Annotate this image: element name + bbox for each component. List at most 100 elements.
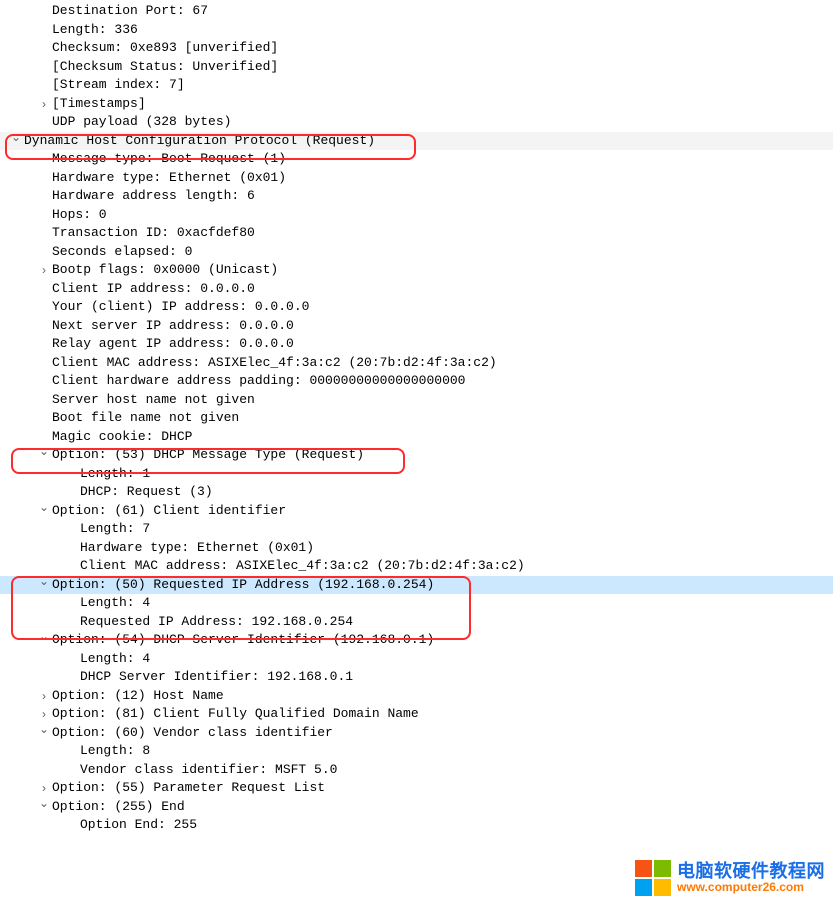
tree-row[interactable]: Vendor class identifier: MSFT 5.0 — [0, 761, 833, 780]
chevron-down-icon[interactable] — [38, 798, 50, 817]
tree-row[interactable]: Dynamic Host Configuration Protocol (Req… — [0, 132, 833, 151]
watermark-url: www.computer26.com — [677, 881, 825, 894]
tree-row[interactable]: Option: (53) DHCP Message Type (Request) — [0, 446, 833, 465]
chevron-right-icon[interactable] — [38, 687, 50, 706]
tree-row[interactable]: Option: (81) Client Fully Qualified Doma… — [0, 705, 833, 724]
tree-row[interactable]: Client MAC address: ASIXElec_4f:3a:c2 (2… — [0, 557, 833, 576]
tree-row-label: Length: 8 — [80, 742, 150, 761]
tree-row-label: Length: 4 — [80, 650, 150, 669]
tree-row[interactable]: Transaction ID: 0xacfdef80 — [0, 224, 833, 243]
tree-row-label: DHCP Server Identifier: 192.168.0.1 — [80, 668, 353, 687]
tree-row[interactable]: Server host name not given — [0, 391, 833, 410]
chevron-right-icon[interactable] — [38, 95, 50, 114]
chevron-right-icon[interactable] — [38, 705, 50, 724]
tree-row[interactable]: Hardware type: Ethernet (0x01) — [0, 539, 833, 558]
tree-row-label: Option: (12) Host Name — [52, 687, 224, 706]
tree-row[interactable]: [Stream index: 7] — [0, 76, 833, 95]
tree-row[interactable]: Checksum: 0xe893 [unverified] — [0, 39, 833, 58]
tree-row-label: Hardware type: Ethernet (0x01) — [80, 539, 314, 558]
tree-row[interactable]: Length: 4 — [0, 594, 833, 613]
tree-row-label: UDP payload (328 bytes) — [52, 113, 231, 132]
tree-row[interactable]: DHCP Server Identifier: 192.168.0.1 — [0, 668, 833, 687]
tree-row[interactable]: Option: (61) Client identifier — [0, 502, 833, 521]
tree-row[interactable]: UDP payload (328 bytes) — [0, 113, 833, 132]
tree-row[interactable]: Hops: 0 — [0, 206, 833, 225]
tree-row-label: Requested IP Address: 192.168.0.254 — [80, 613, 353, 632]
chevron-right-icon[interactable] — [38, 261, 50, 280]
tree-row[interactable]: Option: (12) Host Name — [0, 687, 833, 706]
windows-logo-icon — [635, 860, 671, 896]
tree-row-label: Next server IP address: 0.0.0.0 — [52, 317, 294, 336]
chevron-down-icon[interactable] — [38, 576, 50, 595]
tree-row-label: Your (client) IP address: 0.0.0.0 — [52, 298, 309, 317]
tree-row-label: Client MAC address: ASIXElec_4f:3a:c2 (2… — [80, 557, 525, 576]
tree-row-label: Length: 1 — [80, 465, 150, 484]
tree-row-label: Relay agent IP address: 0.0.0.0 — [52, 335, 294, 354]
tree-row-label: Client MAC address: ASIXElec_4f:3a:c2 (2… — [52, 354, 497, 373]
tree-row[interactable]: Length: 4 — [0, 650, 833, 669]
tree-row[interactable]: Boot file name not given — [0, 409, 833, 428]
tree-row[interactable]: Magic cookie: DHCP — [0, 428, 833, 447]
tree-row-label: Option: (54) DHCP Server Identifier (192… — [52, 631, 434, 650]
tree-row-label: Hardware type: Ethernet (0x01) — [52, 169, 286, 188]
tree-row[interactable]: DHCP: Request (3) — [0, 483, 833, 502]
chevron-right-icon[interactable] — [38, 779, 50, 798]
tree-row-label: Bootp flags: 0x0000 (Unicast) — [52, 261, 278, 280]
tree-row[interactable]: Relay agent IP address: 0.0.0.0 — [0, 335, 833, 354]
tree-row[interactable]: Hardware address length: 6 — [0, 187, 833, 206]
tree-row[interactable]: Client MAC address: ASIXElec_4f:3a:c2 (2… — [0, 354, 833, 373]
tree-row[interactable]: Bootp flags: 0x0000 (Unicast) — [0, 261, 833, 280]
chevron-down-icon[interactable] — [38, 446, 50, 465]
tree-row-label: Destination Port: 67 — [52, 2, 208, 21]
tree-row[interactable]: Destination Port: 67 — [0, 2, 833, 21]
chevron-down-icon[interactable] — [38, 631, 50, 650]
tree-row[interactable]: Option: (55) Parameter Request List — [0, 779, 833, 798]
tree-row-label: Hardware address length: 6 — [52, 187, 255, 206]
tree-row[interactable]: [Checksum Status: Unverified] — [0, 58, 833, 77]
tree-row-label: Checksum: 0xe893 [unverified] — [52, 39, 278, 58]
tree-row-label: Transaction ID: 0xacfdef80 — [52, 224, 255, 243]
tree-row-label: Client hardware address padding: 0000000… — [52, 372, 465, 391]
tree-row[interactable]: Hardware type: Ethernet (0x01) — [0, 169, 833, 188]
chevron-down-icon[interactable] — [10, 132, 22, 151]
tree-row[interactable]: Option: (255) End — [0, 798, 833, 817]
watermark: 电脑软硬件教程网 www.computer26.com — [635, 860, 825, 896]
tree-row-label: Option: (53) DHCP Message Type (Request) — [52, 446, 364, 465]
tree-row[interactable]: Seconds elapsed: 0 — [0, 243, 833, 262]
tree-row[interactable]: Option End: 255 — [0, 816, 833, 835]
chevron-down-icon[interactable] — [38, 724, 50, 743]
tree-row-label: Server host name not given — [52, 391, 255, 410]
tree-row[interactable]: Length: 7 — [0, 520, 833, 539]
tree-row-label: Option: (50) Requested IP Address (192.1… — [52, 576, 434, 595]
tree-row-label: Hops: 0 — [52, 206, 107, 225]
tree-row[interactable]: Client hardware address padding: 0000000… — [0, 372, 833, 391]
tree-row-label: Option: (60) Vendor class identifier — [52, 724, 333, 743]
tree-row[interactable]: Requested IP Address: 192.168.0.254 — [0, 613, 833, 632]
tree-row-label: DHCP: Request (3) — [80, 483, 213, 502]
tree-row-label: Length: 336 — [52, 21, 138, 40]
tree-row[interactable]: Client IP address: 0.0.0.0 — [0, 280, 833, 299]
tree-row-label: Message type: Boot Request (1) — [52, 150, 286, 169]
tree-row[interactable]: Option: (54) DHCP Server Identifier (192… — [0, 631, 833, 650]
tree-row-label: Option: (61) Client identifier — [52, 502, 286, 521]
tree-row[interactable]: Length: 8 — [0, 742, 833, 761]
tree-row-label: Length: 7 — [80, 520, 150, 539]
tree-row-label: Option End: 255 — [80, 816, 197, 835]
tree-row[interactable]: Message type: Boot Request (1) — [0, 150, 833, 169]
tree-row-label: Option: (55) Parameter Request List — [52, 779, 325, 798]
tree-row[interactable]: Next server IP address: 0.0.0.0 — [0, 317, 833, 336]
tree-row-label: [Checksum Status: Unverified] — [52, 58, 278, 77]
tree-row[interactable]: Your (client) IP address: 0.0.0.0 — [0, 298, 833, 317]
tree-row[interactable]: Length: 336 — [0, 21, 833, 40]
packet-details-tree[interactable]: Destination Port: 67Length: 336Checksum:… — [0, 0, 833, 839]
tree-row-label: Magic cookie: DHCP — [52, 428, 192, 447]
chevron-down-icon[interactable] — [38, 502, 50, 521]
tree-row[interactable]: [Timestamps] — [0, 95, 833, 114]
tree-row[interactable]: Option: (50) Requested IP Address (192.1… — [0, 576, 833, 595]
tree-row-label: Option: (81) Client Fully Qualified Doma… — [52, 705, 419, 724]
tree-row-label: Client IP address: 0.0.0.0 — [52, 280, 255, 299]
tree-row[interactable]: Length: 1 — [0, 465, 833, 484]
tree-row-label: Boot file name not given — [52, 409, 239, 428]
tree-row[interactable]: Option: (60) Vendor class identifier — [0, 724, 833, 743]
tree-row-label: Length: 4 — [80, 594, 150, 613]
